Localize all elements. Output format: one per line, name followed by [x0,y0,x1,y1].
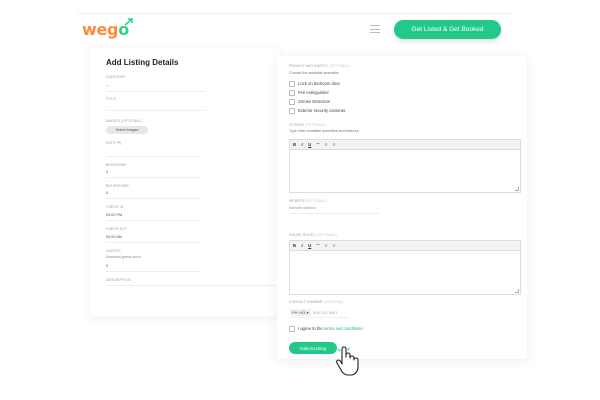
amenity-checkbox[interactable]: Fire extinguisher [289,90,329,96]
checkbox-icon [289,99,295,105]
website-input[interactable]: Website address [289,206,316,210]
rate-input[interactable] [106,156,201,157]
bedrooms-input[interactable]: 0 [106,170,108,174]
checkin-label: Check in [106,205,124,209]
italic-button[interactable]: I [302,142,303,147]
others-label: Others (optional) [289,123,326,127]
bedrooms-label: Bedrooms [106,163,127,167]
checkbox-icon [289,108,295,114]
phone-placeholder: 905 123 4567 [313,309,338,315]
editor-toolbar: B I U “” ≡ ≡ [290,241,520,251]
amenity-checkbox[interactable]: Exterior security cameras [289,108,345,114]
guests-label: Guests [106,249,121,253]
numbered-list-button[interactable]: ≡ [333,142,335,147]
header-divider [78,13,512,14]
bullet-list-button[interactable]: ≡ [325,142,327,147]
weego-logo[interactable]: wego [82,20,129,39]
checkin-input[interactable]: 00:00 PM [106,213,122,217]
bold-button[interactable]: B [293,243,296,248]
bathrooms-input[interactable]: 0 [106,191,108,195]
bullet-list-button[interactable]: ≡ [325,243,327,248]
others-subtitle: Type other available amenities and featu… [289,129,359,133]
checkout-input[interactable]: 00:00 AM [106,235,122,239]
privacy-label: Privacy and safety (optional) [289,64,351,68]
hamburger-menu-icon[interactable] [370,25,380,36]
category-select[interactable]: – [106,83,108,87]
select-images-button[interactable]: Select Images [106,126,148,134]
editor-toolbar: B I U “” ≡ ≡ [290,140,520,150]
underline-button[interactable]: U [308,142,311,147]
title-label: Title [106,97,116,101]
agree-text: I agree to the [298,326,324,332]
bathrooms-label: Bathrooms [106,184,129,188]
description-input[interactable] [106,285,276,316]
description-label: Description [106,278,131,282]
checkbox-icon [289,81,295,87]
website-label: Website (optional) [289,199,328,203]
terms-link[interactable]: terms and conditions [324,326,363,331]
phone-input[interactable]: PH +63 ▾ 905 123 4567 [289,307,349,318]
terms-checkbox[interactable] [289,326,295,332]
title-input[interactable] [106,110,206,111]
checkbox-icon [289,90,295,96]
resize-handle-icon[interactable] [515,187,519,191]
terms-agreement: I agree to the terms and conditions [289,326,362,332]
guests-hint: Maximum guests count [106,255,141,259]
category-label: Category [106,75,126,79]
privacy-subtitle: Choose the available amenities [289,71,339,75]
logo-text-a: weg [82,20,119,39]
italic-button[interactable]: I [302,243,303,248]
quote-button[interactable]: “” [317,142,320,147]
get-listed-button[interactable]: Get Listed & Get Booked [394,20,501,39]
guests-input[interactable]: 0 [106,264,108,268]
logo-arrow-icon [124,18,133,26]
underline-button[interactable]: U [308,243,311,248]
rate-label: Rate (₱) [106,141,122,145]
resize-handle-icon[interactable] [515,289,519,293]
pointer-hand-icon [336,345,359,376]
house-rules-label: House Rules (optional) [289,233,337,237]
bold-button[interactable]: B [293,142,296,147]
images-label: Images (optional) [106,119,143,123]
amenity-checkbox[interactable]: Smoke Detectors [289,99,330,105]
house-rules-editor[interactable]: B I U “” ≡ ≡ [289,240,521,295]
amenity-checkbox[interactable]: Lock on bedroom door [289,81,340,87]
numbered-list-button[interactable]: ≡ [333,243,335,248]
checkout-label: Check out [106,227,128,231]
country-code-select[interactable]: PH +63 ▾ [290,309,311,316]
others-editor[interactable]: B I U “” ≡ ≡ [289,139,521,193]
contact-label: Contact Number (optional) [289,300,345,304]
left-form-panel [90,48,280,316]
page-title: Add Listing Details [106,58,179,67]
submit-listing-button[interactable]: Submit Listing [289,342,337,354]
quote-button[interactable]: “” [317,243,320,248]
